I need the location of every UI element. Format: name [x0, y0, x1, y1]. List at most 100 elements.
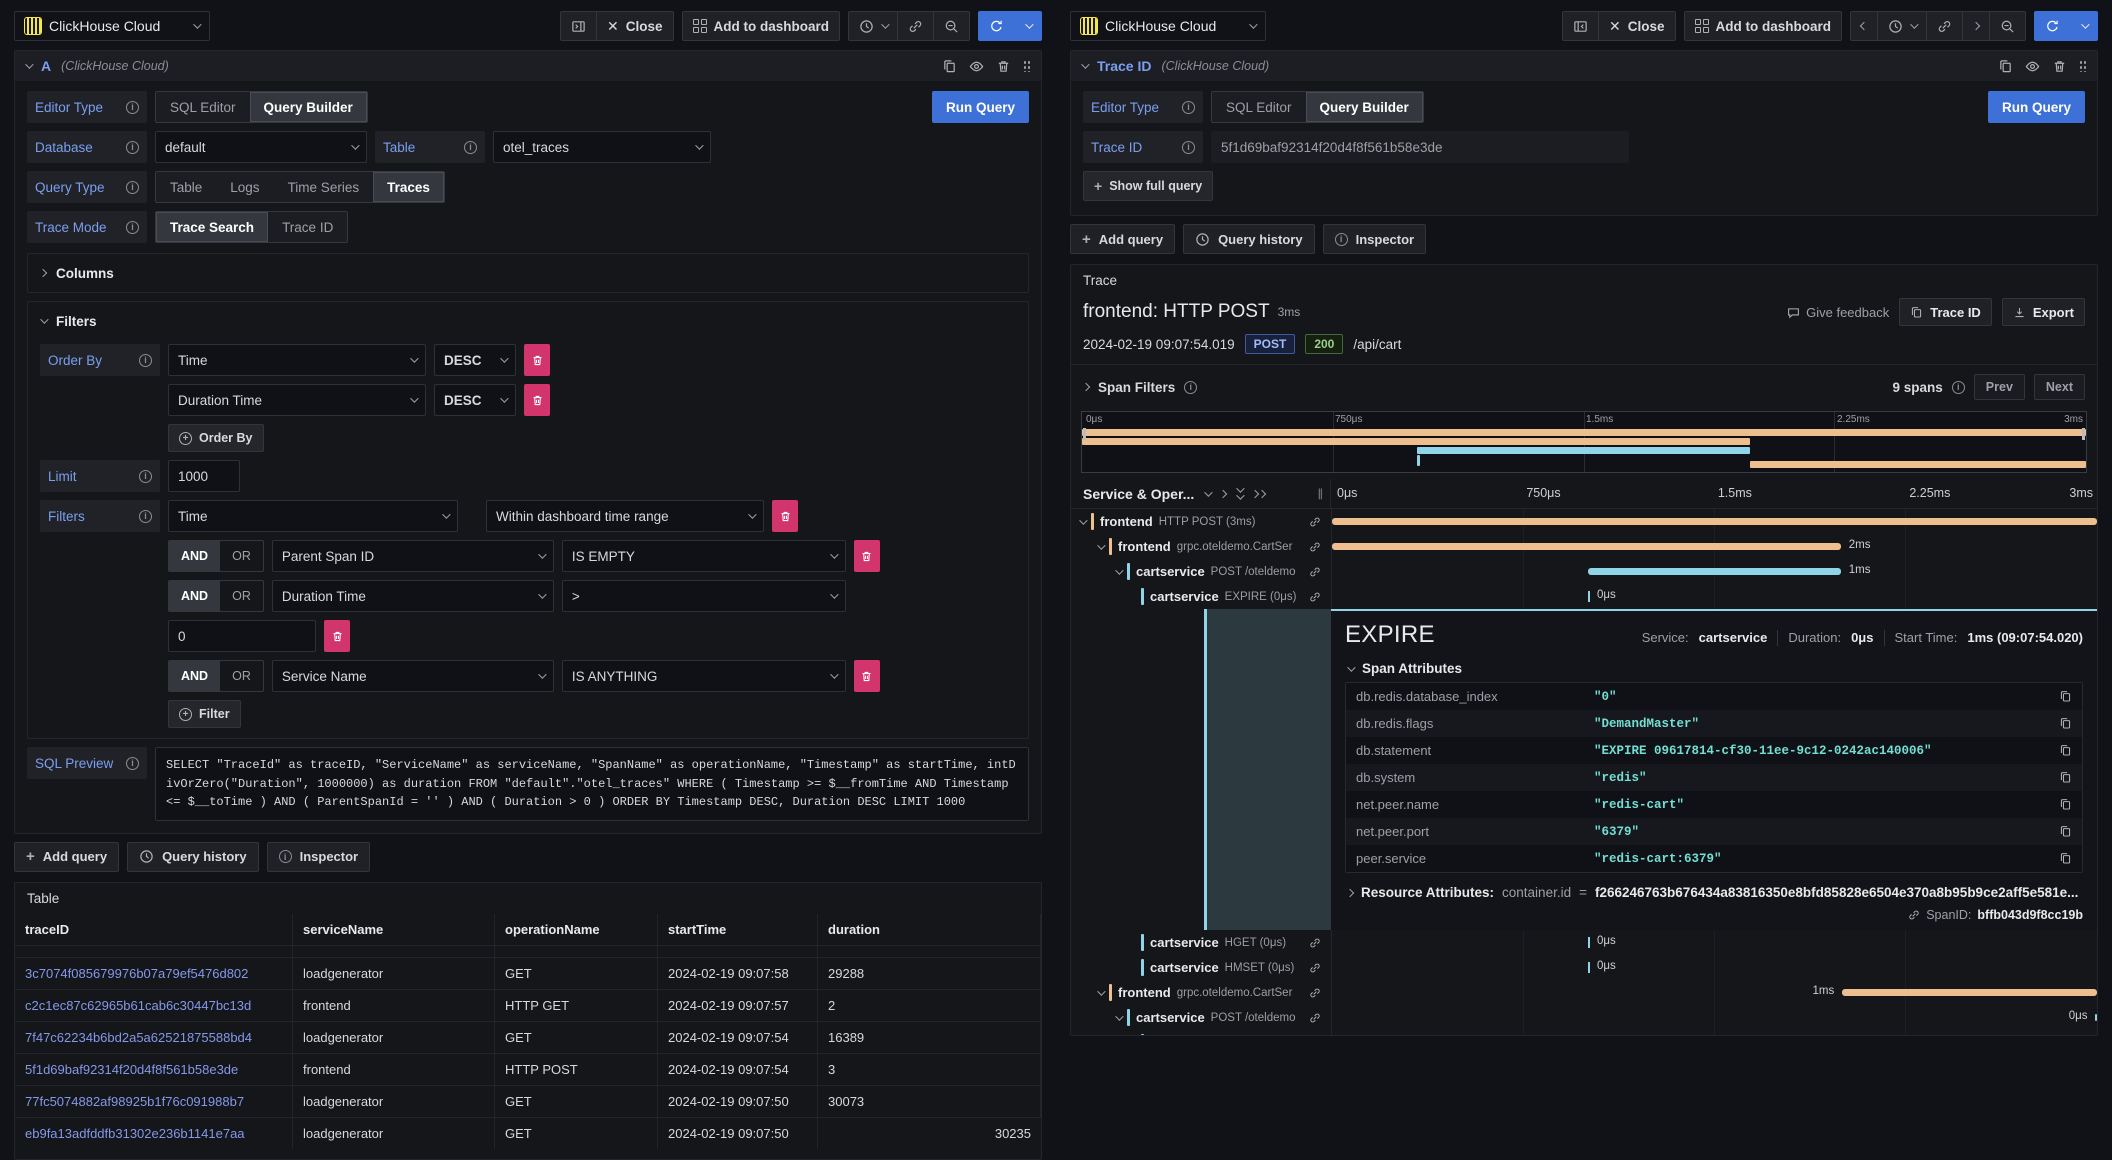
time-range-button[interactable]: [848, 11, 898, 41]
share-link-button[interactable]: [1927, 11, 1963, 41]
trace-id-link[interactable]: 77fc5074882af98925b1f76c091988b7: [25, 1094, 244, 1109]
filter-field-select[interactable]: Duration Time: [272, 580, 554, 612]
span-row[interactable]: cartservice POST /oteldemo 0μs: [1071, 1005, 2097, 1030]
span-link-icon[interactable]: [1309, 541, 1321, 553]
trace-mode-id[interactable]: Trace ID: [268, 212, 347, 242]
split-pane-button[interactable]: [1562, 11, 1599, 41]
database-select[interactable]: default: [155, 131, 367, 163]
span-link-icon[interactable]: [1309, 962, 1321, 974]
span-row[interactable]: cartservice POST /oteldemo 1ms: [1071, 559, 2097, 584]
or-option[interactable]: OR: [220, 541, 263, 571]
remove-filter-button[interactable]: [772, 500, 798, 532]
and-option[interactable]: AND: [169, 581, 220, 611]
query-history-button[interactable]: Query history: [127, 842, 259, 872]
span-row-selected[interactable]: cartservice EXPIRE (0μs) 0μs: [1071, 584, 2097, 609]
remove-filter-button[interactable]: [854, 540, 880, 572]
delete-query-button[interactable]: [996, 59, 1011, 74]
span-bar[interactable]: [1588, 591, 1590, 602]
trace-minimap[interactable]: 0μs 750μs 1.5ms 2.25ms 3ms: [1081, 411, 2087, 473]
copy-attribute-button[interactable]: [2059, 690, 2072, 703]
limit-input[interactable]: [168, 460, 240, 492]
span-link-icon[interactable]: [1309, 516, 1321, 528]
copy-attribute-button[interactable]: [2059, 771, 2072, 784]
chevron-right-icon[interactable]: [1219, 489, 1227, 497]
span-bar[interactable]: [1332, 543, 1841, 550]
span-link-icon[interactable]: [1309, 591, 1321, 603]
add-filter-button[interactable]: +Filter: [168, 700, 241, 728]
datasource-picker[interactable]: ClickHouse Cloud: [1070, 11, 1266, 41]
prev-span-button[interactable]: Prev: [1974, 374, 2025, 400]
zoom-out-button[interactable]: [1990, 11, 2026, 41]
column-header[interactable]: serviceName: [293, 914, 495, 945]
filters-section-header[interactable]: Filters: [40, 310, 1016, 332]
filter-operator-select[interactable]: Within dashboard time range: [486, 500, 764, 532]
editor-type-sql[interactable]: SQL Editor: [1212, 92, 1306, 122]
run-refresh-button[interactable]: [2034, 11, 2071, 41]
chevron-down-icon[interactable]: [1204, 488, 1212, 496]
filter-operator-select[interactable]: IS EMPTY: [562, 540, 846, 572]
span-row[interactable]: cartservice HGET (0μs) 0μs: [1071, 930, 2097, 955]
trace-id-link[interactable]: 7f47c62234b6bd2a5a62521875588bd4: [25, 1030, 252, 1045]
table-select[interactable]: otel_traces: [493, 131, 711, 163]
and-option[interactable]: AND: [169, 541, 220, 571]
copy-attribute-button[interactable]: [2059, 798, 2072, 811]
query-history-button[interactable]: Query history: [1183, 224, 1315, 254]
span-bar[interactable]: [1588, 962, 1590, 973]
share-link-button[interactable]: [898, 11, 934, 41]
collapse-chevron-icon[interactable]: [1097, 541, 1105, 549]
collapse-chevron-icon[interactable]: [1115, 566, 1123, 574]
collapse-chevron-icon[interactable]: [1097, 987, 1105, 995]
time-range-button[interactable]: [1878, 11, 1927, 41]
query-header[interactable]: A (ClickHouse Cloud): [15, 51, 1041, 81]
filter-operator-select[interactable]: >: [562, 580, 846, 612]
trace-id-link[interactable]: 5f1d69baf92314f20d4f8f561b58e3de: [25, 1062, 238, 1077]
span-bar[interactable]: [1332, 518, 2097, 525]
collapse-chevron-icon[interactable]: [1115, 1012, 1123, 1020]
double-chevron-right-icon[interactable]: [1252, 491, 1265, 497]
filter-field-select[interactable]: Service Name: [272, 660, 554, 692]
remove-order-by-button[interactable]: [524, 384, 550, 416]
order-by-field-select[interactable]: Duration Time: [168, 384, 426, 416]
span-link-icon[interactable]: [1309, 937, 1321, 949]
run-query-button[interactable]: Run Query: [1988, 91, 2085, 123]
zoom-out-button[interactable]: [934, 11, 970, 41]
trace-id-button[interactable]: Trace ID: [1899, 298, 1992, 326]
copy-attribute-button[interactable]: [2059, 717, 2072, 730]
editor-type-sql[interactable]: SQL Editor: [156, 92, 250, 122]
close-button[interactable]: ✕Close: [1599, 11, 1676, 41]
trace-id-link[interactable]: 3c7074f085679976b07a79ef5476d802: [25, 966, 248, 981]
add-to-dashboard-button[interactable]: Add to dashboard: [682, 11, 841, 41]
filter-value-input[interactable]: [168, 620, 316, 652]
trace-id-link[interactable]: eb9fa13adfddfb31302e236b1141e7aa: [25, 1126, 245, 1141]
span-bar[interactable]: [1588, 568, 1841, 575]
span-attributes-header[interactable]: Span Attributes: [1347, 661, 2083, 676]
add-order-by-button[interactable]: +Order By: [168, 424, 264, 452]
run-query-button[interactable]: Run Query: [932, 91, 1029, 123]
editor-type-builder[interactable]: Query Builder: [250, 92, 367, 122]
span-row[interactable]: frontend grpc.oteldemo.CartSer 2ms: [1071, 534, 2097, 559]
collapse-chevron-icon[interactable]: [1079, 516, 1087, 524]
query-header[interactable]: Trace ID (ClickHouse Cloud): [1071, 51, 2097, 81]
hide-query-button[interactable]: [969, 59, 984, 74]
span-bar[interactable]: [1842, 989, 2097, 996]
refresh-interval-dropdown[interactable]: [2071, 11, 2098, 41]
column-header[interactable]: operationName: [495, 914, 658, 945]
query-type-timeseries[interactable]: Time Series: [274, 172, 374, 202]
editor-type-builder[interactable]: Query Builder: [1306, 92, 1423, 122]
span-bar[interactable]: [2095, 1014, 2097, 1021]
query-type-table[interactable]: Table: [156, 172, 216, 202]
hide-query-button[interactable]: [2025, 59, 2040, 74]
span-filters-label[interactable]: Span Filters: [1098, 380, 1175, 395]
column-header[interactable]: duration: [818, 914, 1041, 945]
span-bar[interactable]: [1588, 937, 1590, 948]
filter-operator-select[interactable]: IS ANYTHING: [562, 660, 846, 692]
span-link-icon[interactable]: [1309, 987, 1321, 999]
time-shift-forward-button[interactable]: [1963, 11, 1990, 41]
next-span-button[interactable]: Next: [2034, 374, 2085, 400]
minimap-right-handle[interactable]: [2082, 428, 2085, 440]
time-shift-back-button[interactable]: [1850, 11, 1878, 41]
copy-attribute-button[interactable]: [2059, 825, 2072, 838]
trace-id-input[interactable]: 5f1d69baf92314f20d4f8f561b58e3de: [1211, 131, 1629, 163]
minimap-left-handle[interactable]: [1083, 428, 1086, 440]
inspector-button[interactable]: iInspector: [1323, 224, 1427, 254]
